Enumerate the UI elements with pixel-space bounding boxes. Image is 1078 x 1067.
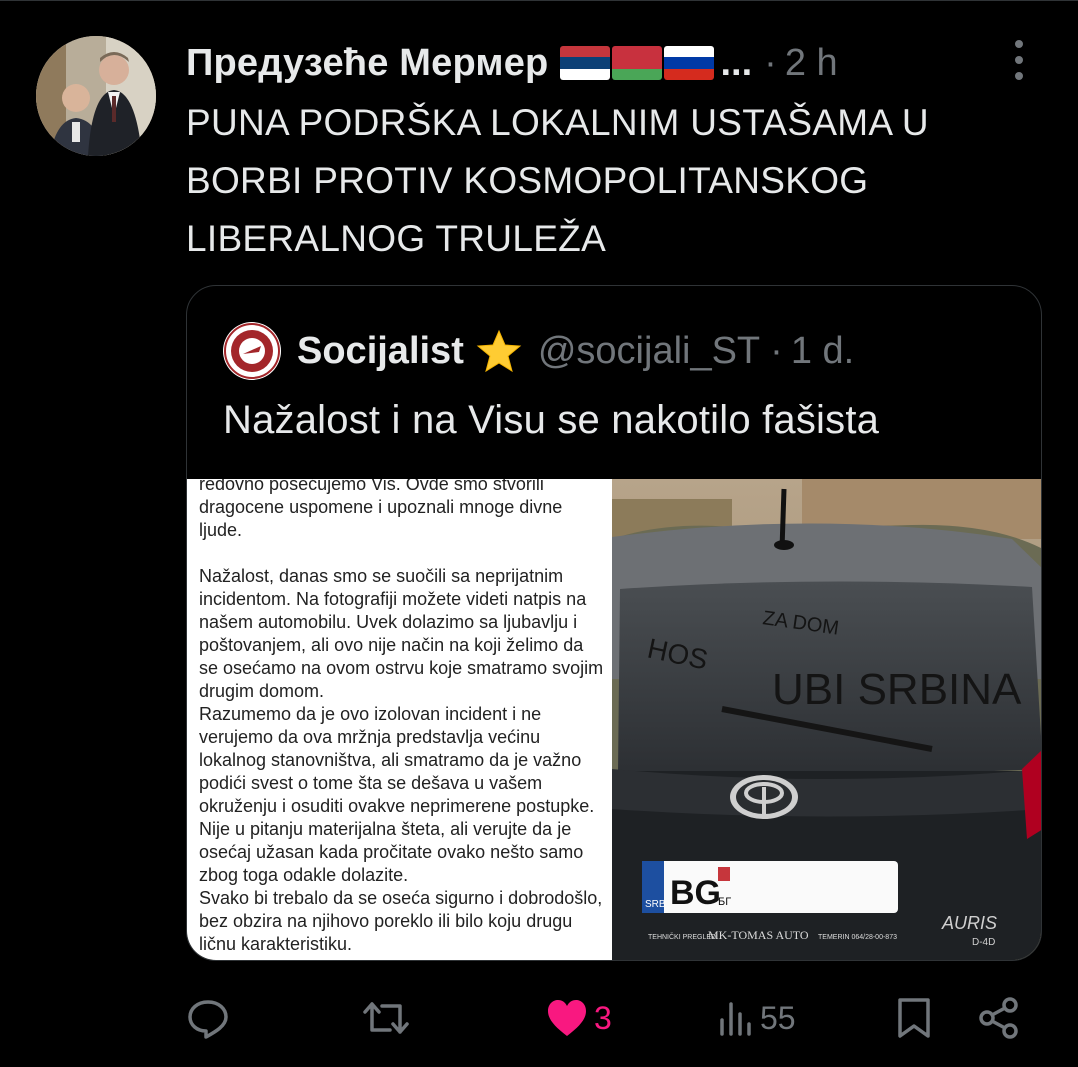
svg-text:TEMERIN 064/28-00-873: TEMERIN 064/28-00-873 <box>818 934 897 941</box>
header-separator: · <box>764 41 777 84</box>
document-paragraph: Razumemo da je ovo izolovan incident i n… <box>199 704 595 885</box>
views-button[interactable]: 55 <box>718 990 796 1046</box>
repost-icon <box>363 1002 409 1034</box>
reply-icon <box>188 1000 228 1039</box>
author-display-name[interactable]: Предузеће Мермер <box>186 42 548 85</box>
bookmark-icon <box>898 998 930 1038</box>
quoted-author-handle[interactable]: @socijali_ST <box>538 330 760 373</box>
post-time[interactable]: 2 h <box>785 42 838 85</box>
document-paragraph: redovno posećujemo Vis. Ovde smo stvoril… <box>199 479 563 540</box>
quoted-post-time[interactable]: 1 d. <box>791 330 854 373</box>
russia-flag-icon <box>664 46 715 80</box>
serbia-flag-icon <box>560 46 611 80</box>
author-avatar[interactable] <box>36 36 156 156</box>
action-bar: 3 55 <box>186 990 1046 1046</box>
star-emoji-icon <box>476 329 522 373</box>
svg-text:AURIS: AURIS <box>941 913 997 933</box>
heart-icon <box>548 1000 586 1036</box>
views-icon <box>720 1002 751 1036</box>
like-button[interactable]: 3 <box>546 990 612 1046</box>
share-icon <box>979 997 1018 1039</box>
like-count: 3 <box>594 999 612 1036</box>
svg-text:D-4D: D-4D <box>972 937 995 948</box>
svg-text:БГ: БГ <box>718 896 731 908</box>
top-divider <box>0 0 1078 1</box>
statement-document: redovno posećujemo Vis. Ovde smo stvoril… <box>187 479 612 960</box>
quoted-author-name[interactable]: Socijalist <box>297 330 464 373</box>
share-button[interactable] <box>978 990 1020 1046</box>
more-options-icon[interactable] <box>1006 40 1032 80</box>
svg-text:UBI SRBINA: UBI SRBINA <box>772 665 1022 714</box>
quoted-author-avatar[interactable] <box>223 322 281 380</box>
car-photo: HOS ZA DOM UBI SRBINA SRB BG БГ TEHNIČKI… <box>612 479 1041 960</box>
belarus-flag-icon <box>612 46 663 80</box>
document-paragraph: Nažalost, danas smo se suočili sa neprij… <box>199 566 604 701</box>
quoted-post-header: Socijalist @socijali_ST · 1 d. <box>223 320 854 382</box>
post-header: Предузеће Мермер ... · 2 h <box>186 38 1026 88</box>
flag-emojis <box>560 46 715 80</box>
bookmark-button[interactable] <box>896 990 932 1046</box>
svg-text:MK-TOMAS AUTO: MK-TOMAS AUTO <box>708 928 809 942</box>
name-ellipsis: ... <box>720 41 753 84</box>
svg-text:TEHNIČKI PREGLED: TEHNIČKI PREGLED <box>648 932 716 941</box>
post-text: PUNA PODRŠKA LOKALNIM USTAŠAMA U BORBI P… <box>186 102 929 259</box>
views-count: 55 <box>760 999 796 1036</box>
quoted-separator: · <box>770 329 783 372</box>
svg-text:SRB: SRB <box>645 899 666 910</box>
quoted-post-image[interactable]: redovno posećujemo Vis. Ovde smo stvoril… <box>187 479 1041 960</box>
reply-button[interactable] <box>186 990 230 1046</box>
repost-button[interactable] <box>362 990 410 1046</box>
svg-text:BG: BG <box>670 874 721 912</box>
quoted-post-text: Nažalost i na Visu se nakotilo fašista <box>223 398 880 442</box>
document-paragraph: Svako bi trebalo da se oseća sigurno i d… <box>199 888 603 954</box>
quoted-post[interactable]: Socijalist @socijali_ST · 1 d. Nažalost … <box>186 285 1042 961</box>
